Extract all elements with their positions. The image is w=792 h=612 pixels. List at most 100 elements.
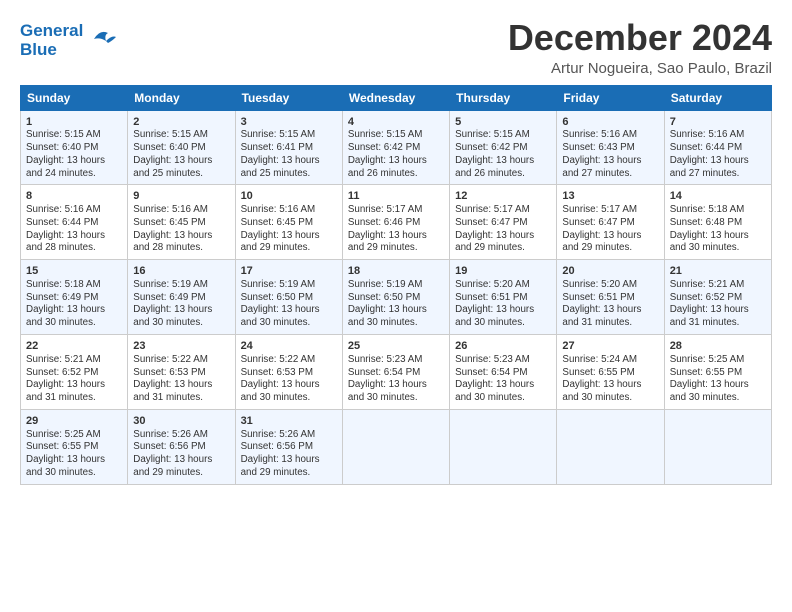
logo-line1: General (20, 21, 83, 40)
cell-1-2: 2Sunrise: 5:15 AM Sunset: 6:40 PM Daylig… (128, 110, 235, 185)
cell-3-5: 19Sunrise: 5:20 AM Sunset: 6:51 PM Dayli… (450, 260, 557, 335)
main-title: December 2024 (508, 18, 772, 58)
cell-content: Sunrise: 5:24 AM Sunset: 6:55 PM Dayligh… (562, 354, 658, 405)
day-number: 9 (133, 189, 229, 204)
col-header-thursday: Thursday (450, 85, 557, 110)
col-header-sunday: Sunday (21, 85, 128, 110)
logo-line2: Blue (20, 41, 83, 60)
col-header-monday: Monday (128, 85, 235, 110)
cell-content: Sunrise: 5:15 AM Sunset: 6:40 PM Dayligh… (26, 129, 122, 180)
cell-2-1: 8Sunrise: 5:16 AM Sunset: 6:44 PM Daylig… (21, 185, 128, 260)
logo-text: General Blue (20, 22, 83, 59)
day-number: 14 (670, 189, 766, 204)
cell-content: Sunrise: 5:19 AM Sunset: 6:49 PM Dayligh… (133, 279, 229, 330)
day-number: 11 (348, 189, 444, 204)
header: General Blue December 2024 Artur Nogueir… (20, 18, 772, 77)
cell-2-6: 13Sunrise: 5:17 AM Sunset: 6:47 PM Dayli… (557, 185, 664, 260)
cell-content: Sunrise: 5:16 AM Sunset: 6:45 PM Dayligh… (133, 204, 229, 255)
cell-content: Sunrise: 5:21 AM Sunset: 6:52 PM Dayligh… (670, 279, 766, 330)
cell-content: Sunrise: 5:22 AM Sunset: 6:53 PM Dayligh… (133, 354, 229, 405)
day-number: 13 (562, 189, 658, 204)
cell-content: Sunrise: 5:21 AM Sunset: 6:52 PM Dayligh… (26, 354, 122, 405)
cell-1-1: 1Sunrise: 5:15 AM Sunset: 6:40 PM Daylig… (21, 110, 128, 185)
cell-4-5: 26Sunrise: 5:23 AM Sunset: 6:54 PM Dayli… (450, 334, 557, 409)
cell-content: Sunrise: 5:20 AM Sunset: 6:51 PM Dayligh… (562, 279, 658, 330)
cell-1-6: 6Sunrise: 5:16 AM Sunset: 6:43 PM Daylig… (557, 110, 664, 185)
cell-3-4: 18Sunrise: 5:19 AM Sunset: 6:50 PM Dayli… (342, 260, 449, 335)
page: General Blue December 2024 Artur Nogueir… (0, 0, 792, 497)
cell-5-1: 29Sunrise: 5:25 AM Sunset: 6:55 PM Dayli… (21, 409, 128, 484)
day-number: 16 (133, 264, 229, 279)
cell-2-4: 11Sunrise: 5:17 AM Sunset: 6:46 PM Dayli… (342, 185, 449, 260)
cell-content: Sunrise: 5:15 AM Sunset: 6:42 PM Dayligh… (348, 129, 444, 180)
cell-5-2: 30Sunrise: 5:26 AM Sunset: 6:56 PM Dayli… (128, 409, 235, 484)
cell-2-3: 10Sunrise: 5:16 AM Sunset: 6:45 PM Dayli… (235, 185, 342, 260)
cell-1-3: 3Sunrise: 5:15 AM Sunset: 6:41 PM Daylig… (235, 110, 342, 185)
cell-content: Sunrise: 5:26 AM Sunset: 6:56 PM Dayligh… (241, 429, 337, 480)
week-row-2: 8Sunrise: 5:16 AM Sunset: 6:44 PM Daylig… (21, 185, 772, 260)
cell-content: Sunrise: 5:15 AM Sunset: 6:42 PM Dayligh… (455, 129, 551, 180)
title-block: December 2024 Artur Nogueira, Sao Paulo,… (508, 18, 772, 77)
day-number: 31 (241, 414, 337, 429)
day-number: 27 (562, 339, 658, 354)
cell-content: Sunrise: 5:22 AM Sunset: 6:53 PM Dayligh… (241, 354, 337, 405)
cell-4-3: 24Sunrise: 5:22 AM Sunset: 6:53 PM Dayli… (235, 334, 342, 409)
cell-content: Sunrise: 5:20 AM Sunset: 6:51 PM Dayligh… (455, 279, 551, 330)
day-number: 21 (670, 264, 766, 279)
cell-3-7: 21Sunrise: 5:21 AM Sunset: 6:52 PM Dayli… (664, 260, 771, 335)
cell-content: Sunrise: 5:16 AM Sunset: 6:45 PM Dayligh… (241, 204, 337, 255)
cell-content: Sunrise: 5:18 AM Sunset: 6:49 PM Dayligh… (26, 279, 122, 330)
day-number: 15 (26, 264, 122, 279)
cell-5-5 (450, 409, 557, 484)
logo: General Blue (20, 22, 118, 59)
cell-4-1: 22Sunrise: 5:21 AM Sunset: 6:52 PM Dayli… (21, 334, 128, 409)
logo-icon (86, 25, 118, 53)
cell-content: Sunrise: 5:25 AM Sunset: 6:55 PM Dayligh… (26, 429, 122, 480)
cell-2-2: 9Sunrise: 5:16 AM Sunset: 6:45 PM Daylig… (128, 185, 235, 260)
cell-5-3: 31Sunrise: 5:26 AM Sunset: 6:56 PM Dayli… (235, 409, 342, 484)
cell-1-5: 5Sunrise: 5:15 AM Sunset: 6:42 PM Daylig… (450, 110, 557, 185)
cell-content: Sunrise: 5:19 AM Sunset: 6:50 PM Dayligh… (241, 279, 337, 330)
cell-content: Sunrise: 5:16 AM Sunset: 6:44 PM Dayligh… (26, 204, 122, 255)
day-number: 23 (133, 339, 229, 354)
week-row-1: 1Sunrise: 5:15 AM Sunset: 6:40 PM Daylig… (21, 110, 772, 185)
day-number: 29 (26, 414, 122, 429)
cell-2-7: 14Sunrise: 5:18 AM Sunset: 6:48 PM Dayli… (664, 185, 771, 260)
day-number: 18 (348, 264, 444, 279)
day-number: 6 (562, 115, 658, 130)
cell-4-6: 27Sunrise: 5:24 AM Sunset: 6:55 PM Dayli… (557, 334, 664, 409)
cell-content: Sunrise: 5:17 AM Sunset: 6:47 PM Dayligh… (455, 204, 551, 255)
day-number: 2 (133, 115, 229, 130)
day-number: 17 (241, 264, 337, 279)
cell-5-7 (664, 409, 771, 484)
day-number: 3 (241, 115, 337, 130)
cell-3-6: 20Sunrise: 5:20 AM Sunset: 6:51 PM Dayli… (557, 260, 664, 335)
col-header-saturday: Saturday (664, 85, 771, 110)
day-number: 1 (26, 115, 122, 130)
day-number: 19 (455, 264, 551, 279)
col-header-tuesday: Tuesday (235, 85, 342, 110)
cell-content: Sunrise: 5:17 AM Sunset: 6:46 PM Dayligh… (348, 204, 444, 255)
week-row-3: 15Sunrise: 5:18 AM Sunset: 6:49 PM Dayli… (21, 260, 772, 335)
col-header-friday: Friday (557, 85, 664, 110)
day-number: 8 (26, 189, 122, 204)
day-number: 20 (562, 264, 658, 279)
cell-content: Sunrise: 5:16 AM Sunset: 6:44 PM Dayligh… (670, 129, 766, 180)
cell-5-4 (342, 409, 449, 484)
calendar-table: SundayMondayTuesdayWednesdayThursdayFrid… (20, 85, 772, 485)
week-row-5: 29Sunrise: 5:25 AM Sunset: 6:55 PM Dayli… (21, 409, 772, 484)
cell-content: Sunrise: 5:26 AM Sunset: 6:56 PM Dayligh… (133, 429, 229, 480)
cell-4-7: 28Sunrise: 5:25 AM Sunset: 6:55 PM Dayli… (664, 334, 771, 409)
day-number: 7 (670, 115, 766, 130)
header-row: SundayMondayTuesdayWednesdayThursdayFrid… (21, 85, 772, 110)
day-number: 22 (26, 339, 122, 354)
day-number: 4 (348, 115, 444, 130)
day-number: 10 (241, 189, 337, 204)
cell-content: Sunrise: 5:17 AM Sunset: 6:47 PM Dayligh… (562, 204, 658, 255)
cell-content: Sunrise: 5:23 AM Sunset: 6:54 PM Dayligh… (348, 354, 444, 405)
col-header-wednesday: Wednesday (342, 85, 449, 110)
day-number: 30 (133, 414, 229, 429)
cell-content: Sunrise: 5:25 AM Sunset: 6:55 PM Dayligh… (670, 354, 766, 405)
day-number: 12 (455, 189, 551, 204)
week-row-4: 22Sunrise: 5:21 AM Sunset: 6:52 PM Dayli… (21, 334, 772, 409)
